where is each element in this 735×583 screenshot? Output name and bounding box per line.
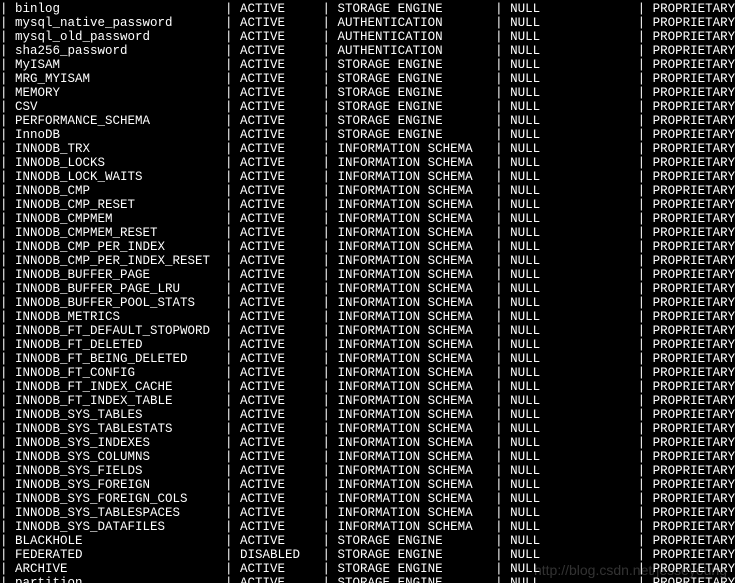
table-row: | sha256_password | ACTIVE | AUTHENTICAT… bbox=[0, 44, 735, 58]
table-row: | INNODB_SYS_FOREIGN | ACTIVE | INFORMAT… bbox=[0, 478, 735, 492]
table-row: | INNODB_CMPMEM_RESET | ACTIVE | INFORMA… bbox=[0, 226, 735, 240]
plugin-table: | binlog | ACTIVE | STORAGE ENGINE | NUL… bbox=[0, 0, 735, 583]
table-row: | INNODB_LOCK_WAITS | ACTIVE | INFORMATI… bbox=[0, 170, 735, 184]
table-row: | MyISAM | ACTIVE | STORAGE ENGINE | NUL… bbox=[0, 58, 735, 72]
table-row: | INNODB_SYS_TABLESPACES | ACTIVE | INFO… bbox=[0, 506, 735, 520]
table-row: | MEMORY | ACTIVE | STORAGE ENGINE | NUL… bbox=[0, 86, 735, 100]
table-row: | mysql_old_password | ACTIVE | AUTHENTI… bbox=[0, 30, 735, 44]
table-row: | BLACKHOLE | ACTIVE | STORAGE ENGINE | … bbox=[0, 534, 735, 548]
table-row: | INNODB_FT_INDEX_CACHE | ACTIVE | INFOR… bbox=[0, 380, 735, 394]
table-row: | INNODB_SYS_COLUMNS | ACTIVE | INFORMAT… bbox=[0, 450, 735, 464]
table-row: | INNODB_FT_DELETED | ACTIVE | INFORMATI… bbox=[0, 338, 735, 352]
table-row: | INNODB_CMP | ACTIVE | INFORMATION SCHE… bbox=[0, 184, 735, 198]
table-row: | INNODB_CMP_PER_INDEX_RESET | ACTIVE | … bbox=[0, 254, 735, 268]
table-row: | INNODB_FT_BEING_DELETED | ACTIVE | INF… bbox=[0, 352, 735, 366]
table-row: | INNODB_CMPMEM | ACTIVE | INFORMATION S… bbox=[0, 212, 735, 226]
table-row: | INNODB_SYS_FIELDS | ACTIVE | INFORMATI… bbox=[0, 464, 735, 478]
table-row: | FEDERATED | DISABLED | STORAGE ENGINE … bbox=[0, 548, 735, 562]
table-row: | INNODB_BUFFER_PAGE_LRU | ACTIVE | INFO… bbox=[0, 282, 735, 296]
table-row: | INNODB_SYS_FOREIGN_COLS | ACTIVE | INF… bbox=[0, 492, 735, 506]
table-row: | INNODB_FT_DEFAULT_STOPWORD | ACTIVE | … bbox=[0, 324, 735, 338]
table-row: | partition | ACTIVE | STORAGE ENGINE | … bbox=[0, 576, 735, 583]
table-row: | CSV | ACTIVE | STORAGE ENGINE | NULL |… bbox=[0, 100, 735, 114]
table-row: | MRG_MYISAM | ACTIVE | STORAGE ENGINE |… bbox=[0, 72, 735, 86]
table-row: | INNODB_BUFFER_PAGE | ACTIVE | INFORMAT… bbox=[0, 268, 735, 282]
table-row: | INNODB_SYS_DATAFILES | ACTIVE | INFORM… bbox=[0, 520, 735, 534]
table-row: | PERFORMANCE_SCHEMA | ACTIVE | STORAGE … bbox=[0, 114, 735, 128]
table-row: | mysql_native_password | ACTIVE | AUTHE… bbox=[0, 16, 735, 30]
table-row: | InnoDB | ACTIVE | STORAGE ENGINE | NUL… bbox=[0, 128, 735, 142]
table-row: | INNODB_CMP_PER_INDEX | ACTIVE | INFORM… bbox=[0, 240, 735, 254]
table-row: | INNODB_SYS_TABLESTATS | ACTIVE | INFOR… bbox=[0, 422, 735, 436]
table-row: | INNODB_BUFFER_POOL_STATS | ACTIVE | IN… bbox=[0, 296, 735, 310]
table-row: | INNODB_FT_CONFIG | ACTIVE | INFORMATIO… bbox=[0, 366, 735, 380]
table-row: | INNODB_FT_INDEX_TABLE | ACTIVE | INFOR… bbox=[0, 394, 735, 408]
table-row: | INNODB_TRX | ACTIVE | INFORMATION SCHE… bbox=[0, 142, 735, 156]
table-row: | binlog | ACTIVE | STORAGE ENGINE | NUL… bbox=[0, 2, 735, 16]
table-row: | INNODB_CMP_RESET | ACTIVE | INFORMATIO… bbox=[0, 198, 735, 212]
table-row: | INNODB_LOCKS | ACTIVE | INFORMATION SC… bbox=[0, 156, 735, 170]
table-row: | ARCHIVE | ACTIVE | STORAGE ENGINE | NU… bbox=[0, 562, 735, 576]
table-row: | INNODB_SYS_TABLES | ACTIVE | INFORMATI… bbox=[0, 408, 735, 422]
table-row: | INNODB_SYS_INDEXES | ACTIVE | INFORMAT… bbox=[0, 436, 735, 450]
table-row: | INNODB_METRICS | ACTIVE | INFORMATION … bbox=[0, 310, 735, 324]
